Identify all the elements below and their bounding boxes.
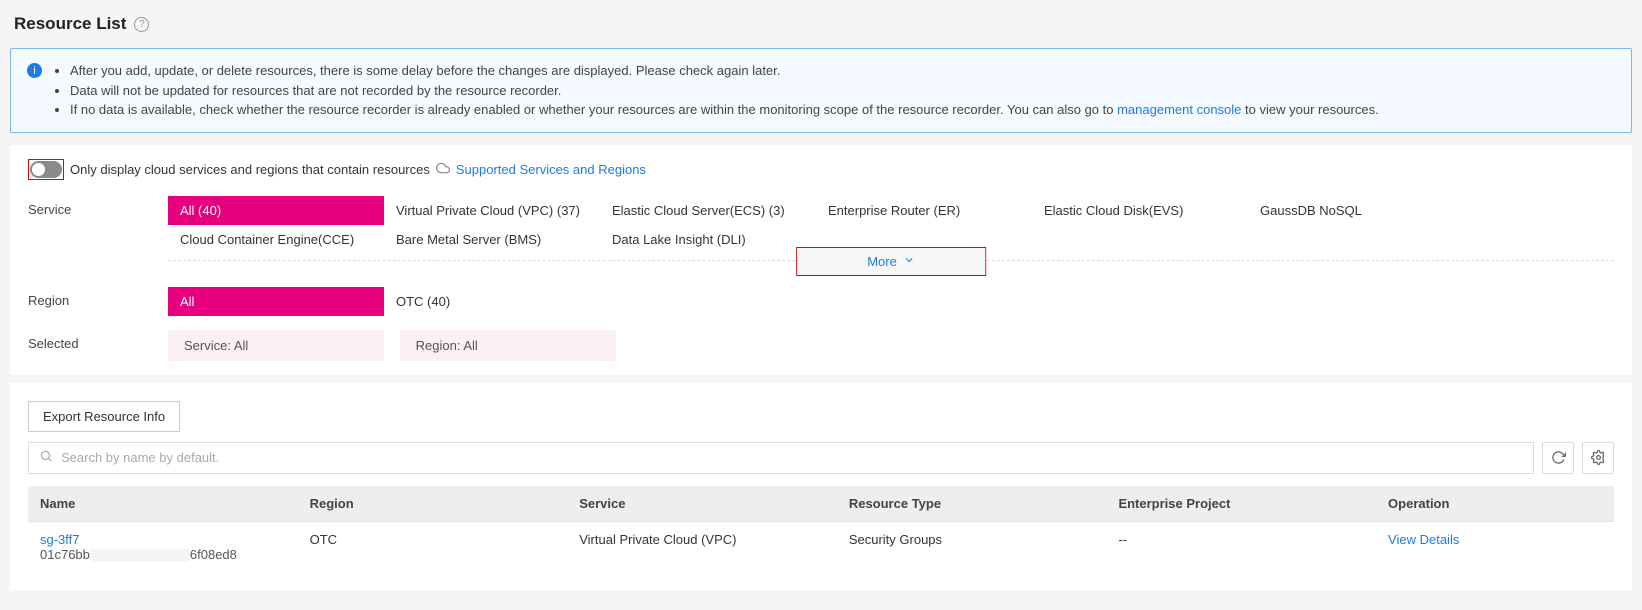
col-service: Service xyxy=(567,486,837,522)
col-region: Region xyxy=(298,486,568,522)
search-input[interactable] xyxy=(61,450,1523,465)
service-chip-dli[interactable]: Data Lake Insight (DLI) xyxy=(600,225,816,254)
col-project: Enterprise Project xyxy=(1106,486,1376,522)
region-chip-all[interactable]: All xyxy=(168,287,384,316)
info-line-2: Data will not be updated for resources t… xyxy=(70,81,1379,101)
region-filter-label: Region xyxy=(28,287,168,308)
service-chip-all[interactable]: All (40) xyxy=(168,196,384,225)
search-box[interactable] xyxy=(28,442,1534,474)
management-console-link[interactable]: management console xyxy=(1117,102,1241,117)
search-icon xyxy=(39,449,53,466)
highlight-more: More xyxy=(796,247,986,276)
toggle-label: Only display cloud services and regions … xyxy=(70,162,430,177)
cell-service: Virtual Private Cloud (VPC) xyxy=(567,521,837,572)
cloud-export-icon xyxy=(436,161,450,178)
cell-project: -- xyxy=(1106,521,1376,572)
chevron-down-icon xyxy=(903,254,915,269)
resource-name-link[interactable]: sg-3ff7 xyxy=(40,532,286,547)
refresh-button[interactable] xyxy=(1542,442,1574,474)
view-details-link[interactable]: View Details xyxy=(1388,532,1459,547)
highlight-toggle xyxy=(28,159,64,180)
region-chip-otc[interactable]: OTC (40) xyxy=(384,287,600,316)
cell-type: Security Groups xyxy=(837,521,1107,572)
settings-button[interactable] xyxy=(1582,442,1614,474)
only-contain-resources-toggle[interactable] xyxy=(30,161,62,178)
selected-region-pill: Region: All xyxy=(400,330,616,361)
service-chip-gaussdb[interactable]: GaussDB NoSQL xyxy=(1248,196,1464,225)
service-chip-bms[interactable]: Bare Metal Server (BMS) xyxy=(384,225,600,254)
service-chip-ecs[interactable]: Elastic Cloud Server(ECS) (3) xyxy=(600,196,816,225)
page-title: Resource List xyxy=(14,14,126,34)
info-icon: i xyxy=(27,63,42,78)
col-name: Name xyxy=(28,486,298,522)
info-banner: i After you add, update, or delete resou… xyxy=(10,48,1632,133)
cell-region: OTC xyxy=(298,521,568,572)
more-services-button[interactable]: More xyxy=(797,248,985,275)
service-chip-er[interactable]: Enterprise Router (ER) xyxy=(816,196,1032,225)
resource-id: 01c76bb6f08ed8 xyxy=(40,547,237,562)
info-line-1: After you add, update, or delete resourc… xyxy=(70,61,1379,81)
supported-services-link[interactable]: Supported Services and Regions xyxy=(456,162,646,177)
col-type: Resource Type xyxy=(837,486,1107,522)
selected-filter-label: Selected xyxy=(28,330,168,351)
info-line-3: If no data is available, check whether t… xyxy=(70,100,1379,120)
service-chip-evs[interactable]: Elastic Cloud Disk(EVS) xyxy=(1032,196,1248,225)
redacted-id xyxy=(90,549,190,562)
service-chip-vpc[interactable]: Virtual Private Cloud (VPC) (37) xyxy=(384,196,600,225)
col-operation: Operation xyxy=(1376,486,1614,522)
export-resource-info-button[interactable]: Export Resource Info xyxy=(28,401,180,432)
service-filter-label: Service xyxy=(28,196,168,217)
help-icon[interactable]: ? xyxy=(134,17,149,32)
service-chip-cce[interactable]: Cloud Container Engine(CCE) xyxy=(168,225,384,254)
table-row: sg-3ff7 01c76bb6f08ed8 OTC Virtual Priva… xyxy=(28,521,1614,572)
selected-service-pill: Service: All xyxy=(168,330,384,361)
